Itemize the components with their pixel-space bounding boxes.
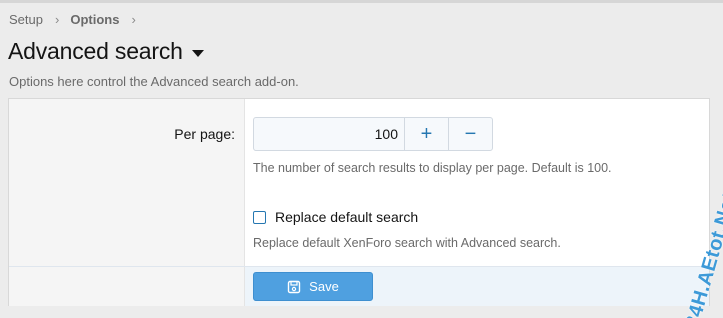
decrement-button[interactable]: − bbox=[448, 118, 492, 150]
top-bar bbox=[0, 0, 723, 3]
chevron-right-icon: › bbox=[131, 12, 136, 27]
breadcrumb: Setup › Options › bbox=[9, 12, 147, 27]
breadcrumb-options[interactable]: Options bbox=[70, 12, 119, 27]
page-title[interactable]: Advanced search bbox=[8, 38, 183, 65]
form-footer: Save bbox=[9, 266, 709, 306]
label-column: Per page: bbox=[9, 99, 245, 266]
options-form: Per page: + − The number of search resul… bbox=[8, 98, 710, 306]
per-page-explain: The number of search results to display … bbox=[253, 161, 612, 175]
breadcrumb-setup[interactable]: Setup bbox=[9, 12, 43, 27]
caret-down-icon[interactable] bbox=[191, 49, 204, 57]
per-page-input[interactable] bbox=[254, 118, 404, 150]
replace-search-option[interactable]: Replace default search bbox=[253, 209, 418, 225]
increment-button[interactable]: + bbox=[404, 118, 448, 150]
form-body: Per page: + − The number of search resul… bbox=[9, 99, 709, 266]
title-row[interactable]: Advanced search bbox=[8, 38, 204, 65]
replace-search-label[interactable]: Replace default search bbox=[275, 209, 418, 225]
footer-label-column bbox=[9, 267, 245, 306]
per-page-label: Per page: bbox=[174, 126, 235, 142]
page-description: Options here control the Advanced search… bbox=[9, 74, 299, 89]
per-page-stepper: + − bbox=[253, 117, 493, 151]
save-label: Save bbox=[309, 279, 339, 294]
replace-search-checkbox[interactable] bbox=[253, 210, 266, 224]
chevron-right-icon: › bbox=[54, 12, 60, 27]
save-button[interactable]: Save bbox=[253, 272, 373, 301]
replace-search-explain: Replace default XenForo search with Adva… bbox=[253, 236, 561, 250]
save-icon bbox=[287, 280, 301, 293]
